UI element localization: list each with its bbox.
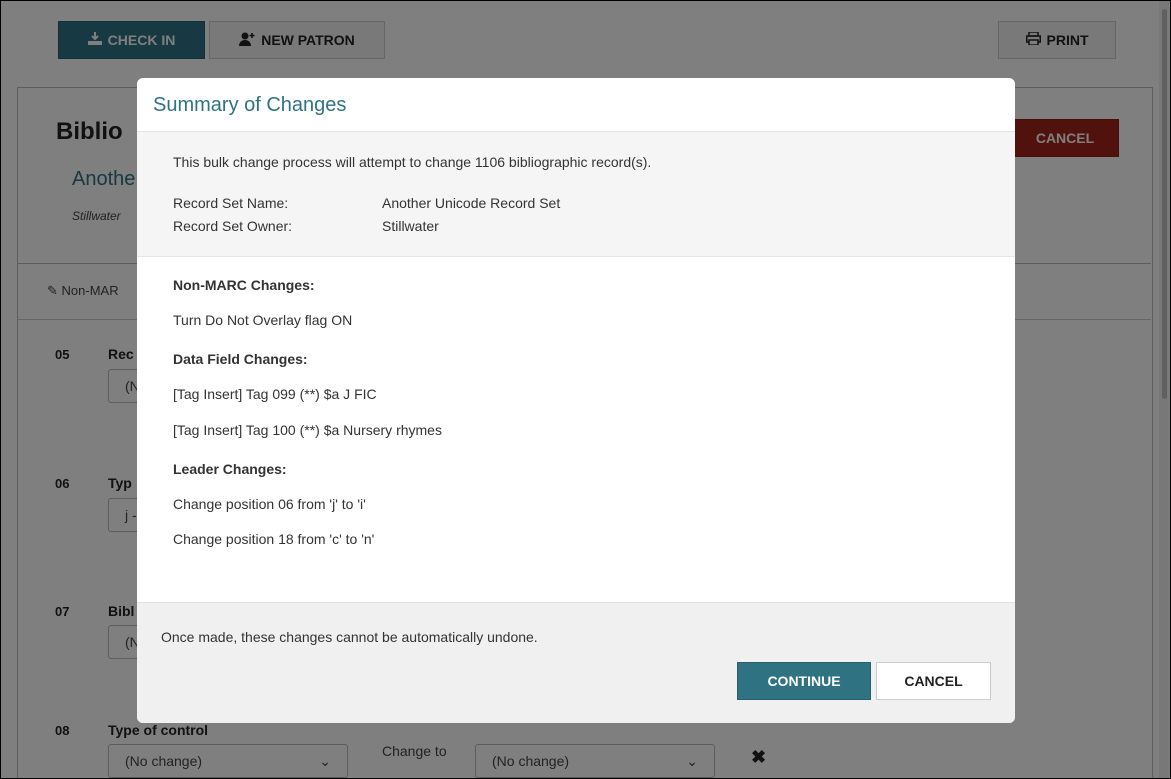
summary-modal: Summary of Changes This bulk change proc… xyxy=(137,78,1015,723)
record-set-name-value: Another Unicode Record Set xyxy=(382,195,561,211)
modal-title: Summary of Changes xyxy=(153,94,347,116)
non-marc-heading: Non-MARC Changes: xyxy=(173,277,315,293)
modal-footer: Once made, these changes cannot be autom… xyxy=(137,602,1015,723)
summary-section: This bulk change process will attempt to… xyxy=(137,131,1015,257)
warning-text: Once made, these changes cannot be autom… xyxy=(161,629,538,645)
modal-cancel-label: CANCEL xyxy=(904,673,963,689)
record-set-name-label: Record Set Name: xyxy=(173,195,289,211)
record-set-owner-label: Record Set Owner: xyxy=(173,218,293,234)
continue-label: CONTINUE xyxy=(767,673,841,689)
change-item: [Tag Insert] Tag 099 (**) $a J FIC xyxy=(173,386,377,402)
continue-button[interactable]: CONTINUE xyxy=(737,662,871,700)
change-item: Change position 18 from 'c' to 'n' xyxy=(173,531,375,547)
change-item: Turn Do Not Overlay flag ON xyxy=(173,312,353,328)
summary-intro: This bulk change process will attempt to… xyxy=(173,154,652,170)
modal-cancel-button[interactable]: CANCEL xyxy=(876,662,991,700)
data-field-heading: Data Field Changes: xyxy=(173,351,308,367)
record-set-owner-value: Stillwater xyxy=(382,218,439,234)
change-item: [Tag Insert] Tag 100 (**) $a Nursery rhy… xyxy=(173,422,442,438)
app-frame: CHECK IN NEW PATRON PRINT Biblio Anothe … xyxy=(0,0,1171,779)
change-item: Change position 06 from 'j' to 'i' xyxy=(173,496,366,512)
leader-heading: Leader Changes: xyxy=(173,461,287,477)
